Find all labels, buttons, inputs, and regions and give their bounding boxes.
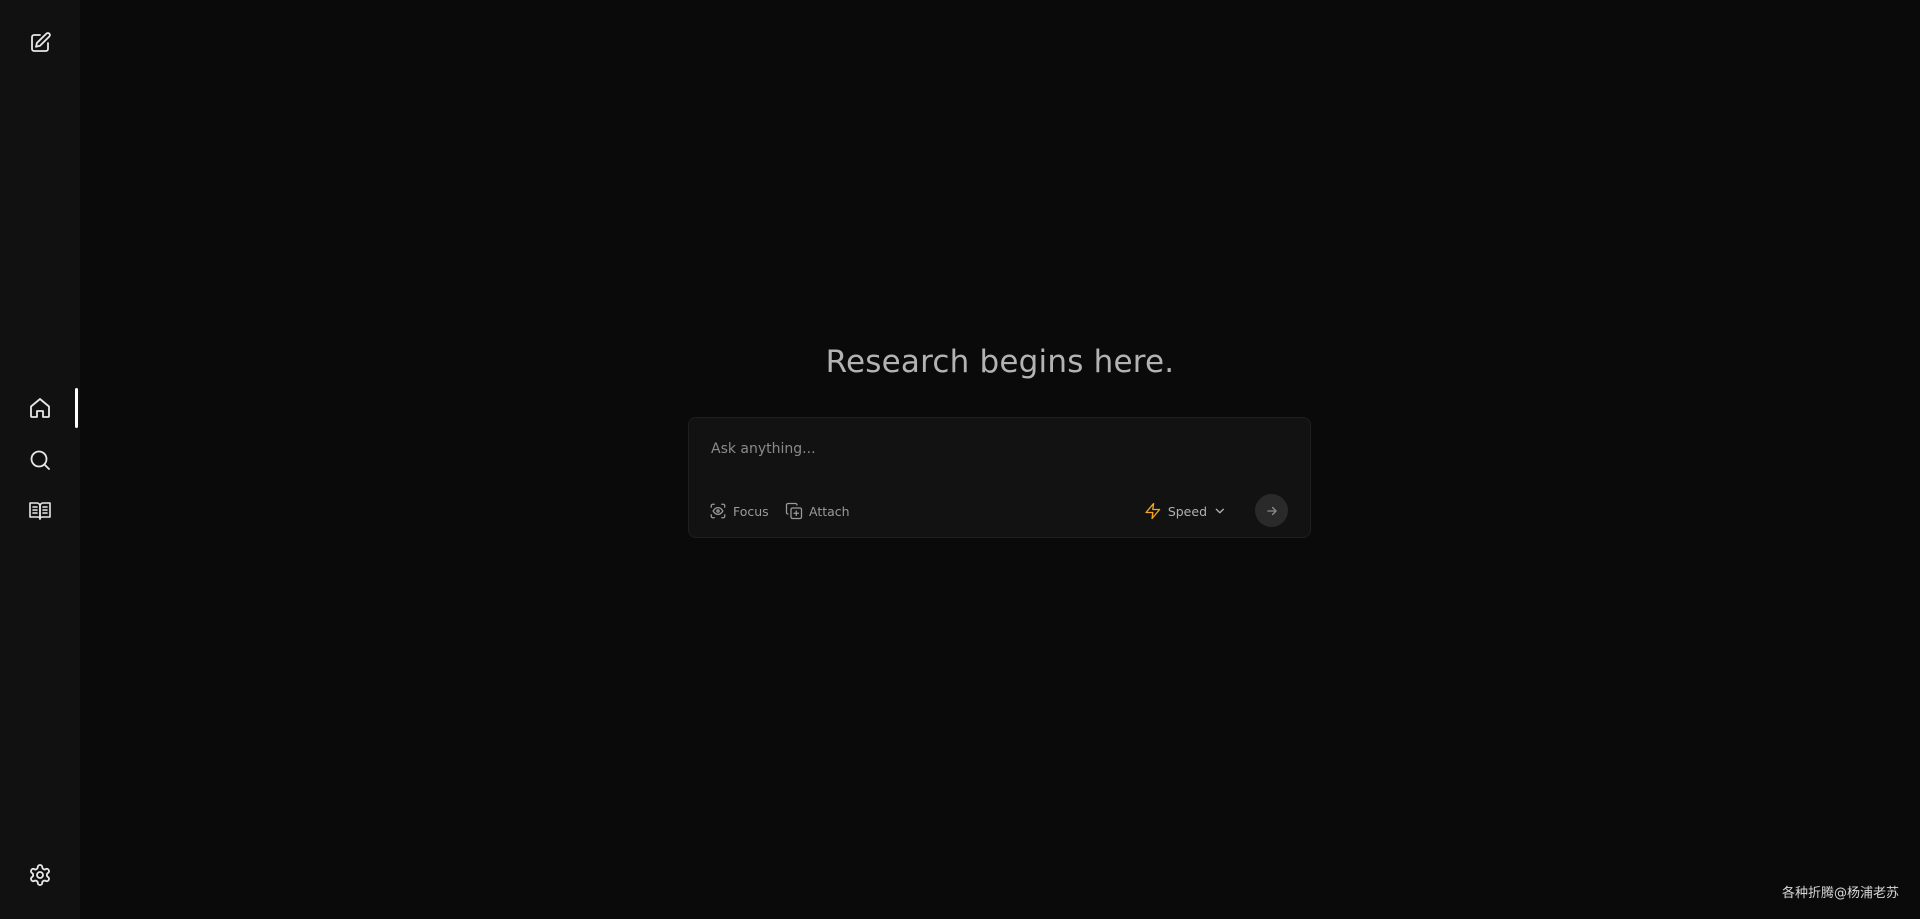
active-nav-indicator bbox=[75, 388, 78, 428]
search-input[interactable] bbox=[709, 436, 1293, 462]
sidebar-item-home[interactable] bbox=[24, 392, 56, 424]
search-icon bbox=[30, 450, 50, 470]
page-title: Research begins here. bbox=[825, 344, 1175, 380]
chevron-down-icon bbox=[1215, 508, 1225, 514]
scan-eye-icon bbox=[710, 503, 726, 519]
new-chat-button[interactable] bbox=[24, 27, 56, 59]
speed-label: Speed bbox=[1167, 503, 1207, 519]
focus-label: Focus bbox=[733, 503, 769, 519]
speed-mode-dropdown[interactable]: Speed bbox=[1144, 501, 1227, 521]
focus-button[interactable]: Focus bbox=[709, 501, 769, 521]
watermark-text: 各种折腾@杨浦老苏 bbox=[1781, 886, 1899, 901]
home-icon bbox=[30, 398, 50, 418]
main-area: Research begins here. Focus bbox=[80, 0, 1920, 919]
copy-plus-icon bbox=[785, 502, 803, 520]
attach-button[interactable]: Attach bbox=[785, 501, 850, 521]
app-root: Research begins here. Focus bbox=[0, 0, 1920, 919]
sidebar bbox=[0, 0, 80, 919]
arrow-right-icon bbox=[1266, 506, 1277, 515]
sidebar-item-discover[interactable] bbox=[24, 444, 56, 476]
search-box: Focus Attach Speed bbox=[688, 417, 1311, 538]
settings-button[interactable] bbox=[24, 859, 56, 891]
book-open-icon bbox=[29, 502, 51, 520]
pencil-square-icon bbox=[31, 32, 51, 52]
send-button[interactable] bbox=[1255, 494, 1288, 527]
attach-label: Attach bbox=[809, 503, 850, 519]
gear-icon bbox=[30, 864, 50, 886]
sidebar-item-library[interactable] bbox=[24, 495, 56, 527]
lightning-icon bbox=[1145, 502, 1161, 520]
